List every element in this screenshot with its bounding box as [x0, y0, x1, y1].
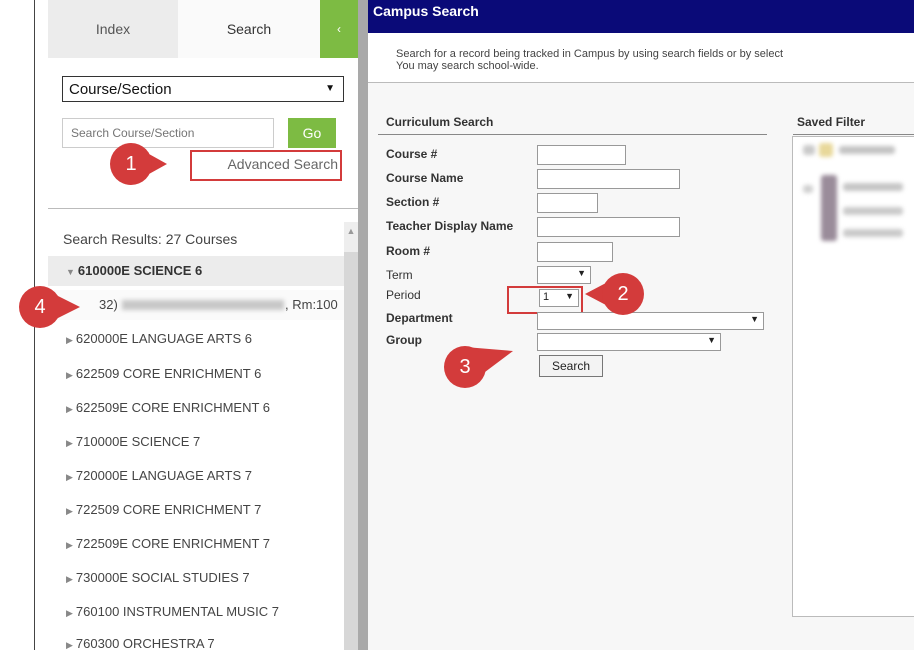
dropdown-caret-icon: ▼	[707, 335, 716, 345]
redacted-section-name	[122, 300, 284, 310]
collapsed-arrow-icon: ▶	[66, 472, 73, 482]
redacted-item	[803, 145, 815, 155]
course-number-label: Course #	[386, 147, 438, 161]
search-type-value: Course/Section	[69, 80, 172, 98]
course-item[interactable]: ▶ 620000E LANGUAGE ARTS 6	[66, 331, 252, 346]
course-item[interactable]: ▶ 722509E CORE ENRICHMENT 7	[66, 536, 270, 551]
collapsed-arrow-icon: ▶	[66, 574, 73, 584]
course-name-label: Course Name	[386, 171, 464, 185]
callout-number: 1	[125, 152, 137, 175]
section-room: , Rm:100	[285, 297, 338, 312]
room-number-label: Room #	[386, 244, 431, 258]
callout-3: 3	[443, 345, 513, 389]
redacted-item	[821, 175, 837, 241]
term-label: Term	[386, 268, 413, 282]
term-select[interactable]: ▼	[537, 266, 591, 284]
section-number-input[interactable]	[537, 193, 598, 213]
period-select[interactable]: 1 ▼	[539, 289, 579, 307]
redacted-item	[839, 146, 895, 154]
collapsed-arrow-icon: ▶	[66, 335, 73, 345]
collapsed-arrow-icon: ▶	[66, 640, 73, 650]
collapsed-arrow-icon: ▶	[66, 404, 73, 414]
divider	[48, 208, 358, 209]
period-label: Period	[386, 288, 421, 302]
expanded-arrow-icon: ▼	[66, 267, 75, 277]
redacted-item	[843, 229, 903, 237]
go-button[interactable]: Go	[288, 118, 336, 148]
group-select[interactable]: ▼	[537, 333, 721, 351]
callout-2: 2	[585, 272, 645, 316]
group-label: Group	[386, 333, 422, 347]
course-item[interactable]: ▶ 760100 INSTRUMENTAL MUSIC 7	[66, 604, 279, 619]
teacher-name-input[interactable]	[537, 217, 680, 237]
dropdown-caret-icon: ▼	[750, 314, 759, 324]
callout-number: 4	[34, 295, 46, 318]
collapsed-arrow-icon: ▶	[66, 540, 73, 550]
course-item[interactable]: ▼ 610000E SCIENCE 6	[66, 263, 202, 278]
section-number: 32)	[99, 297, 118, 312]
collapsed-arrow-icon: ▶	[66, 506, 73, 516]
course-item[interactable]: ▶ 622509 CORE ENRICHMENT 6	[66, 366, 261, 381]
period-value: 1	[543, 291, 550, 303]
screenshot-frame: Index Search ‹ Course/Section ▼ Go Advan…	[0, 0, 914, 651]
folder-icon	[819, 143, 833, 157]
course-item[interactable]: ▶ 730000E SOCIAL STUDIES 7	[66, 570, 250, 585]
search-button[interactable]: Search	[539, 355, 603, 377]
course-item[interactable]: ▶ 720000E LANGUAGE ARTS 7	[66, 468, 252, 483]
department-select[interactable]: ▼	[537, 312, 764, 330]
description-line: Search for a record being tracked in Cam…	[396, 48, 784, 60]
department-label: Department	[386, 311, 453, 325]
scrollbar-thumb[interactable]	[344, 252, 358, 650]
panel-divider[interactable]	[358, 0, 368, 650]
chevron-left-icon: ‹	[337, 22, 341, 36]
course-item[interactable]: ▶ 622509E CORE ENRICHMENT 6	[66, 400, 270, 415]
redacted-item	[843, 207, 903, 215]
callout-4: 4	[18, 285, 80, 329]
section-divider	[793, 134, 914, 135]
course-item[interactable]: ▶ 760300 ORCHESTRA 7	[66, 636, 215, 651]
saved-filter-title: Saved Filter	[797, 115, 866, 129]
tab-search[interactable]: Search	[178, 0, 320, 58]
dropdown-caret-icon: ▼	[565, 291, 574, 301]
course-item[interactable]: ▶ 710000E SCIENCE 7	[66, 434, 200, 449]
collapsed-arrow-icon: ▶	[66, 608, 73, 618]
section-divider	[378, 134, 767, 135]
tab-index[interactable]: Index	[48, 0, 179, 58]
dropdown-caret-icon: ▼	[325, 83, 335, 94]
description-text: Search for a record being tracked in Cam…	[396, 48, 783, 72]
callout-number: 3	[459, 355, 471, 378]
teacher-name-label: Teacher Display Name	[386, 219, 514, 233]
page-title: Campus Search	[373, 3, 479, 19]
curriculum-search-title: Curriculum Search	[386, 115, 494, 129]
course-item[interactable]: ▶ 722509 CORE ENRICHMENT 7	[66, 502, 261, 517]
collapse-panel-button[interactable]: ‹	[320, 0, 358, 58]
description-line: You may search school-wide.	[396, 60, 539, 72]
collapsed-arrow-icon: ▶	[66, 438, 73, 448]
course-number-input[interactable]	[537, 145, 626, 165]
course-name-input[interactable]	[537, 169, 680, 189]
callout-1: 1	[109, 142, 169, 186]
room-number-input[interactable]	[537, 242, 613, 262]
saved-filter-list[interactable]	[792, 136, 914, 617]
redacted-item	[803, 185, 813, 193]
callout-number: 2	[617, 282, 629, 305]
collapsed-arrow-icon: ▶	[66, 370, 73, 380]
redacted-item	[843, 183, 903, 191]
scroll-up-icon[interactable]: ▲	[344, 226, 358, 236]
search-type-select[interactable]: Course/Section ▼	[62, 76, 344, 102]
advanced-search-link[interactable]: Advanced Search	[194, 156, 338, 172]
search-results-title: Search Results: 27 Courses	[63, 231, 238, 247]
section-number-label: Section #	[386, 195, 440, 209]
